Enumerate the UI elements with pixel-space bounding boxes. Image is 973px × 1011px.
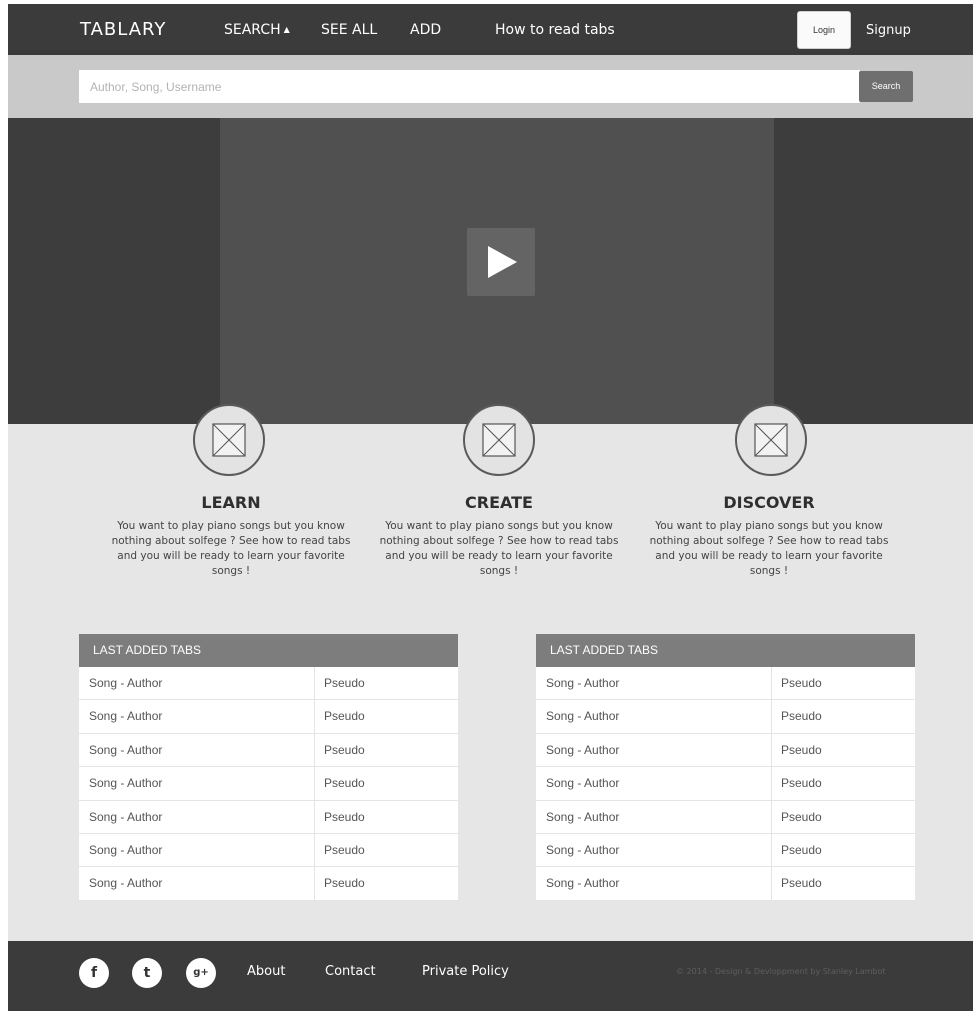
song-cell: Song - Author — [89, 809, 163, 824]
top-nav: TABLARY SEARCH ▲ SEE ALL ADD How to read … — [8, 4, 973, 55]
search-bar: Search — [8, 55, 973, 118]
song-cell: Song - Author — [546, 842, 620, 857]
table-row[interactable]: Song - Author Pseudo — [79, 767, 458, 801]
login-button[interactable]: Login — [797, 11, 851, 49]
user-cell: Pseudo — [324, 842, 365, 857]
user-cell: Pseudo — [781, 709, 822, 724]
table-row[interactable]: Song - Author Pseudo — [536, 867, 915, 901]
song-cell: Song - Author — [546, 876, 620, 891]
nav-how-to-link[interactable]: How to read tabs — [495, 22, 615, 38]
page-frame: TABLARY SEARCH ▲ SEE ALL ADD How to read … — [8, 4, 973, 1011]
nav-add-link[interactable]: ADD — [410, 22, 441, 38]
feature-title: LEARN — [201, 493, 261, 512]
feature-title: CREATE — [465, 493, 533, 512]
table-row[interactable]: Song - Author Pseudo — [536, 800, 915, 834]
user-cell: Pseudo — [324, 776, 365, 791]
song-cell: Song - Author — [89, 776, 163, 791]
table-row[interactable]: Song - Author Pseudo — [536, 700, 915, 734]
twitter-icon[interactable]: t — [132, 958, 162, 988]
song-cell: Song - Author — [546, 809, 620, 824]
footer: f t g+ About Contact Private Policy © 20… — [8, 941, 973, 1011]
song-cell: Song - Author — [89, 676, 163, 690]
table-row[interactable]: Song - Author Pseudo — [79, 733, 458, 768]
play-button[interactable] — [467, 228, 535, 296]
user-cell: Pseudo — [324, 676, 365, 690]
signup-link[interactable]: Signup — [866, 23, 911, 38]
brand-logo[interactable]: TABLARY — [80, 19, 166, 40]
footer-about-link[interactable]: About — [247, 964, 285, 979]
table-row[interactable]: Song - Author Pseudo — [536, 833, 915, 868]
nav-search-link[interactable]: SEARCH ▲ — [224, 22, 290, 38]
table-row[interactable]: Song - Author Pseudo — [79, 700, 458, 734]
user-cell: Pseudo — [781, 776, 822, 791]
user-cell: Pseudo — [324, 876, 365, 891]
last-added-table-left: LAST ADDED TABS Song - Author Pseudo Song… — [79, 634, 458, 901]
song-cell: Song - Author — [89, 876, 163, 891]
image-placeholder-icon — [735, 404, 807, 476]
play-icon — [488, 246, 517, 278]
image-placeholder-icon — [463, 404, 535, 476]
table-row[interactable]: Song - Author Pseudo — [79, 667, 458, 701]
table-row[interactable]: Song - Author Pseudo — [536, 767, 915, 801]
footer-privacy-link[interactable]: Private Policy — [422, 964, 509, 979]
search-button[interactable]: Search — [859, 71, 913, 102]
caret-up-icon: ▲ — [283, 25, 290, 34]
nav-see-all-link[interactable]: SEE ALL — [321, 22, 377, 38]
table-row[interactable]: Song - Author Pseudo — [79, 867, 458, 901]
song-cell: Song - Author — [89, 842, 163, 857]
feature-description: You want to play piano songs but you kno… — [379, 520, 619, 577]
nav-search-label: SEARCH — [224, 22, 281, 38]
user-cell: Pseudo — [781, 876, 822, 891]
song-cell: Song - Author — [89, 742, 163, 757]
table-header: LAST ADDED TABS — [79, 634, 458, 667]
last-added-table-right: LAST ADDED TABS Song - Author Pseudo Song… — [536, 634, 915, 901]
feature-description: You want to play piano songs but you kno… — [111, 520, 351, 577]
user-cell: Pseudo — [781, 809, 822, 824]
table-row[interactable]: Song - Author Pseudo — [79, 833, 458, 868]
user-cell: Pseudo — [324, 809, 365, 824]
google-plus-icon[interactable]: g+ — [186, 958, 216, 988]
copyright-text: © 2014 - Design & Devloppment by Stanley… — [676, 967, 886, 976]
user-cell: Pseudo — [781, 842, 822, 857]
song-cell: Song - Author — [546, 709, 620, 724]
feature-description: You want to play piano songs but you kno… — [649, 520, 889, 577]
table-row[interactable]: Song - Author Pseudo — [536, 667, 915, 701]
song-cell: Song - Author — [546, 676, 620, 690]
song-cell: Song - Author — [546, 776, 620, 791]
user-cell: Pseudo — [324, 742, 365, 757]
hero-section — [8, 118, 973, 424]
user-cell: Pseudo — [781, 676, 822, 690]
video-player[interactable] — [220, 118, 774, 424]
search-input[interactable] — [79, 70, 860, 103]
table-header: LAST ADDED TABS — [536, 634, 915, 667]
user-cell: Pseudo — [324, 709, 365, 724]
feature-title: DISCOVER — [723, 493, 815, 512]
table-row[interactable]: Song - Author Pseudo — [536, 733, 915, 768]
image-placeholder-icon — [193, 404, 265, 476]
footer-contact-link[interactable]: Contact — [325, 964, 376, 979]
song-cell: Song - Author — [89, 709, 163, 724]
song-cell: Song - Author — [546, 742, 620, 757]
table-row[interactable]: Song - Author Pseudo — [79, 800, 458, 834]
facebook-icon[interactable]: f — [79, 958, 109, 988]
user-cell: Pseudo — [781, 742, 822, 757]
